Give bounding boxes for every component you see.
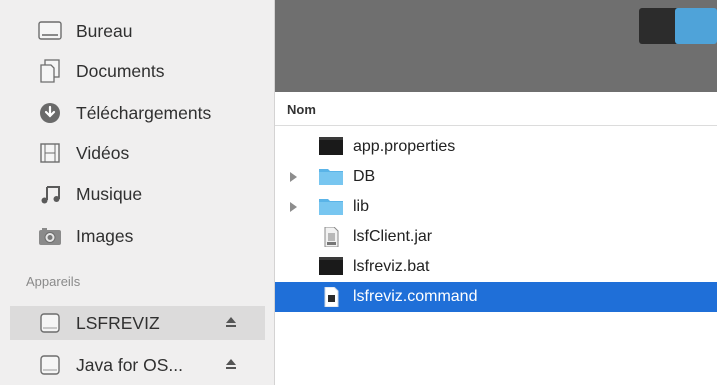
file-row-lsfclient-jar[interactable]: lsfClient.jar — [275, 222, 717, 252]
desktop-icon — [36, 19, 64, 43]
file-row-lib[interactable]: lib — [275, 192, 717, 222]
devices-heading: Appareils — [26, 274, 81, 289]
file-row-lsfreviz-command[interactable]: lsfreviz.command — [275, 282, 717, 312]
file-browser: Nom app.properties DB lib lsfClient.jar … — [275, 0, 717, 385]
sidebar-item-images[interactable]: Images — [10, 219, 265, 253]
movies-icon — [36, 141, 64, 165]
terminal-file-icon — [319, 257, 345, 277]
file-row-app-properties[interactable]: app.properties — [275, 132, 717, 162]
sidebar-item-downloads[interactable]: Téléchargements — [10, 96, 265, 130]
sidebar-item-label: Images — [76, 225, 134, 246]
file-name: app.properties — [353, 138, 456, 155]
file-name: lsfreviz.command — [353, 288, 478, 305]
sidebar-item-label: Vidéos — [76, 142, 130, 163]
sidebar-item-music[interactable]: Musique — [10, 177, 265, 211]
sidebar: Bureau Documents Téléchargements Vidéos … — [0, 0, 275, 385]
sidebar-item-bureau[interactable]: Bureau — [10, 14, 265, 48]
sidebar-item-lsfreviz[interactable]: LSFREVIZ — [10, 306, 265, 340]
preview-thumbnail — [675, 8, 717, 44]
disk-icon — [36, 353, 64, 377]
preview-area — [275, 0, 717, 92]
sidebar-item-label: Bureau — [76, 20, 133, 41]
sidebar-item-label: Téléchargements — [76, 102, 212, 123]
camera-icon — [36, 224, 64, 248]
documents-icon — [36, 59, 64, 83]
sidebar-item-label: Java for OS... — [76, 354, 183, 375]
terminal-file-icon — [319, 137, 345, 157]
command-file-icon — [319, 286, 345, 308]
folder-icon — [319, 197, 345, 217]
sidebar-item-documents[interactable]: Documents — [10, 54, 265, 88]
preview-thumbnail — [639, 8, 679, 44]
download-icon — [36, 101, 64, 125]
sidebar-item-label: Musique — [76, 183, 143, 204]
disclosure-triangle-icon[interactable] — [290, 172, 297, 182]
disk-icon — [36, 311, 64, 335]
file-name: DB — [353, 168, 376, 185]
sidebar-item-label: LSFREVIZ — [76, 312, 160, 333]
jar-file-icon — [319, 226, 345, 248]
eject-icon[interactable] — [223, 314, 239, 330]
file-name: lib — [353, 198, 370, 215]
sidebar-item-java-for-os[interactable]: Java for OS... — [10, 348, 265, 382]
music-icon — [36, 182, 64, 206]
eject-icon[interactable] — [223, 356, 239, 372]
folder-icon — [319, 167, 345, 187]
file-name: lsfreviz.bat — [353, 258, 430, 275]
disclosure-triangle-icon[interactable] — [290, 202, 297, 212]
sidebar-item-label: Documents — [76, 60, 165, 81]
column-header-name[interactable]: Nom — [287, 102, 316, 117]
sidebar-item-videos[interactable]: Vidéos — [10, 136, 265, 170]
file-row-db[interactable]: DB — [275, 162, 717, 192]
file-row-lsfreviz-bat[interactable]: lsfreviz.bat — [275, 252, 717, 282]
column-header[interactable]: Nom — [275, 92, 717, 126]
file-name: lsfClient.jar — [353, 228, 433, 245]
